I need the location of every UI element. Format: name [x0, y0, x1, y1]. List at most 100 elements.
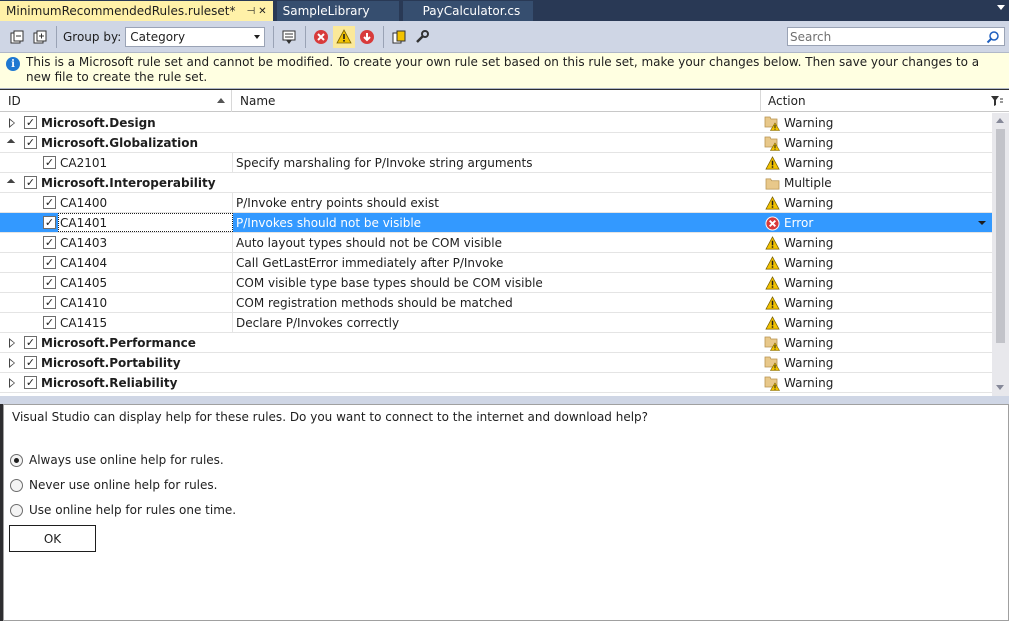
tab-overflow-icon[interactable]: [997, 5, 1005, 10]
rule-enabled-checkbox[interactable]: ✓: [43, 296, 56, 309]
rule-row[interactable]: ✓ CA1404 Call GetLastError immediately aft…: [0, 253, 992, 273]
set-none-button[interactable]: [356, 26, 378, 48]
collapse-all-button[interactable]: [29, 26, 51, 48]
copy-rules-button[interactable]: [388, 26, 410, 48]
rule-action-label: Warning: [784, 116, 834, 130]
set-warning-button[interactable]: [333, 25, 356, 48]
collapsed-triangle-icon[interactable]: [9, 118, 15, 128]
properties-button[interactable]: [411, 26, 433, 48]
copy-icon: [392, 30, 406, 43]
column-header-name[interactable]: Name: [236, 90, 761, 112]
collapsed-triangle-icon[interactable]: [9, 358, 15, 368]
rule-id: Microsoft.Globalization: [41, 136, 199, 150]
set-error-button[interactable]: [310, 26, 332, 48]
close-icon[interactable]: ✕: [258, 6, 266, 17]
rule-action[interactable]: Error: [764, 213, 990, 233]
rule-id: Microsoft.Design: [41, 116, 156, 130]
tab-label: MinimumRecommendedRules.ruleset*: [6, 4, 236, 18]
category-row[interactable]: ✓ Microsoft.Design Warning: [0, 113, 992, 133]
rule-action[interactable]: Warning: [764, 313, 990, 333]
scroll-down-icon[interactable]: [996, 385, 1004, 390]
rule-action[interactable]: Warning: [764, 193, 990, 213]
rule-row[interactable]: ✓ CA1415 Declare P/Invokes correctly Warnin…: [0, 313, 992, 333]
rule-action[interactable]: Warning: [764, 153, 990, 173]
column-filter-icon[interactable]: [990, 95, 1004, 107]
rule-action[interactable]: Warning: [764, 253, 990, 273]
expanded-triangle-icon[interactable]: [6, 178, 16, 188]
category-row[interactable]: ✓ Microsoft.Performance Warning: [0, 333, 992, 353]
pin-icon[interactable]: ⊣: [247, 6, 256, 17]
rule-enabled-checkbox[interactable]: ✓: [24, 176, 37, 189]
tab-samplelibrary[interactable]: SampleLibrary: [276, 1, 399, 21]
rule-enabled-checkbox[interactable]: ✓: [43, 276, 56, 289]
tab-paycalculator[interactable]: PayCalculator.cs: [402, 1, 533, 21]
chevron-down-icon: [254, 34, 261, 39]
rule-action[interactable]: Warning: [764, 133, 990, 153]
radio-button[interactable]: [10, 503, 23, 517]
ok-button[interactable]: OK: [9, 525, 96, 552]
rule-action[interactable]: Warning: [764, 353, 990, 373]
radio-button[interactable]: [10, 453, 23, 467]
tab-ruleset[interactable]: MinimumRecommendedRules.ruleset* ⊣ ✕: [0, 1, 273, 21]
rule-name: Specify marshaling for P/Invoke string a…: [236, 156, 533, 170]
rule-row[interactable]: ✓ CA1410 COM registration methods should b…: [0, 293, 992, 313]
search-input[interactable]: [788, 28, 986, 45]
rule-row[interactable]: ✓ CA2101 Specify marshaling for P/Invoke s…: [0, 153, 992, 173]
category-row[interactable]: ✓ Microsoft.Reliability Warning: [0, 373, 992, 393]
pane-splitter[interactable]: [0, 396, 1009, 404]
rule-action[interactable]: Warning: [764, 373, 990, 393]
sort-ascending-icon: [217, 98, 225, 103]
rule-id: Microsoft.Performance: [41, 336, 196, 350]
rule-enabled-checkbox[interactable]: ✓: [24, 376, 37, 389]
rule-enabled-checkbox[interactable]: ✓: [43, 316, 56, 329]
rule-action[interactable]: Warning: [764, 273, 990, 293]
expand-all-button[interactable]: [6, 26, 28, 48]
rule-action[interactable]: Warning: [764, 233, 990, 253]
collapsed-triangle-icon[interactable]: [9, 338, 15, 348]
scroll-thumb[interactable]: [996, 129, 1005, 343]
rule-action[interactable]: Multiple: [764, 173, 990, 193]
rule-action[interactable]: Warning: [764, 333, 990, 353]
expanded-triangle-icon[interactable]: [6, 138, 16, 148]
rule-enabled-checkbox[interactable]: ✓: [24, 116, 37, 129]
rule-id: Microsoft.Portability: [41, 356, 181, 370]
radio-button[interactable]: [10, 478, 23, 492]
category-row[interactable]: ✓ Microsoft.Portability Warning: [0, 353, 992, 373]
rule-action[interactable]: Warning: [764, 113, 990, 133]
info-icon: i: [6, 57, 20, 71]
column-header-id[interactable]: ID: [4, 90, 232, 112]
rule-action[interactable]: Warning: [764, 293, 990, 313]
action-dropdown-icon[interactable]: [978, 221, 986, 225]
rule-enabled-checkbox[interactable]: ✓: [43, 216, 56, 229]
rule-enabled-checkbox[interactable]: ✓: [43, 236, 56, 249]
rule-enabled-checkbox[interactable]: ✓: [24, 356, 37, 369]
rule-enabled-checkbox[interactable]: ✓: [43, 156, 56, 169]
category-row[interactable]: ✓ Microsoft.Globalization Warning: [0, 133, 992, 153]
scroll-up-icon[interactable]: [996, 118, 1004, 123]
radio-never-online[interactable]: Never use online help for rules.: [10, 478, 217, 492]
rule-action-label: Error: [784, 216, 814, 230]
collapsed-triangle-icon[interactable]: [9, 378, 15, 388]
show-rules-button[interactable]: [278, 26, 300, 48]
radio-always-online[interactable]: Always use online help for rules.: [10, 453, 224, 467]
search-icon[interactable]: [986, 30, 1000, 44]
rule-enabled-checkbox[interactable]: ✓: [24, 336, 37, 349]
rule-action-label: Warning: [784, 156, 834, 170]
folder-warning-icon: [764, 375, 780, 391]
rule-enabled-checkbox[interactable]: ✓: [24, 136, 37, 149]
group-by-value: Category: [130, 29, 186, 44]
search-box[interactable]: [787, 27, 1005, 46]
tab-label: PayCalculator.cs: [422, 4, 521, 18]
rule-enabled-checkbox[interactable]: ✓: [43, 196, 56, 209]
rule-row[interactable]: ✓ CA1405 COM visible type base types shoul…: [0, 273, 992, 293]
column-header-action[interactable]: Action: [764, 90, 990, 112]
vertical-scrollbar[interactable]: [992, 113, 1009, 396]
rule-enabled-checkbox[interactable]: ✓: [43, 256, 56, 269]
rule-row[interactable]: ✓ CA1401 P/Invokes should not be visible Er…: [0, 213, 992, 233]
category-row[interactable]: ✓ Microsoft.Interoperability Multiple: [0, 173, 992, 193]
rule-row[interactable]: ✓ CA1403 Auto layout types should not be C…: [0, 233, 992, 253]
column-header-label: ID: [8, 94, 21, 108]
rule-row[interactable]: ✓ CA1400 P/Invoke entry points should exis…: [0, 193, 992, 213]
radio-online-one-time[interactable]: Use online help for rules one time.: [10, 503, 236, 517]
group-by-dropdown[interactable]: Category: [125, 26, 266, 47]
